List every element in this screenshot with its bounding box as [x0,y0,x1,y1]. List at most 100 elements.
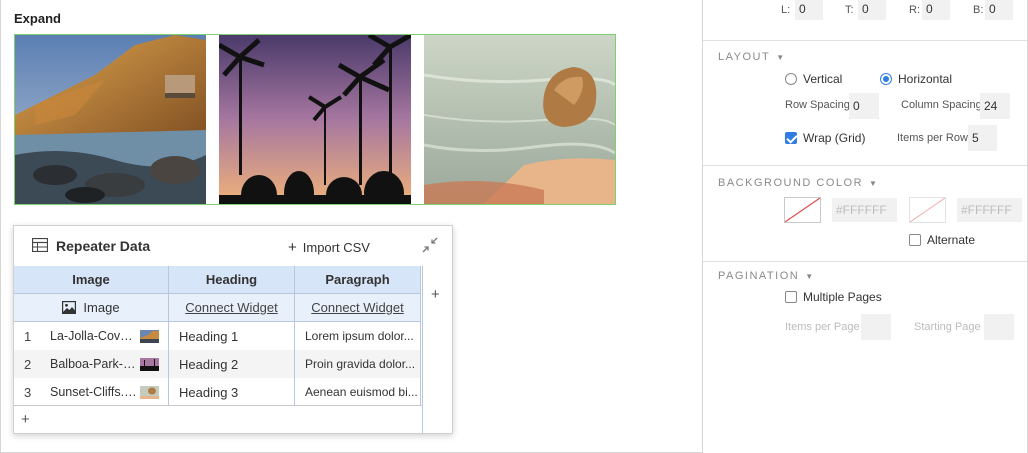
alternate-color-swatch[interactable] [909,197,946,223]
multiple-pages-checkbox[interactable]: Multiple Pages [785,290,882,304]
repeater-data-header: Repeater Data + Import CSV [14,226,452,266]
column-header-row: Image Heading Paragraph [14,266,422,294]
items-per-page-label: Items per Page [785,321,860,333]
collapse-icon[interactable] [422,237,438,253]
design-canvas[interactable]: Expand Repeater Data + Import CSV Image … [0,0,702,453]
layout-section: LAYOUT ▼ Vertical Horizontal Row Spacing… [703,41,1027,166]
repeater-item-image-1[interactable] [15,35,206,204]
heading-cell[interactable]: Heading 1 [169,322,295,350]
repeater-item-image-2[interactable] [219,35,411,204]
paragraph-text: Proin gravida dolor... [305,357,416,371]
import-csv-button[interactable]: + Import CSV [288,239,370,256]
repeater-widget[interactable] [14,34,616,205]
wrap-grid-label: Wrap (Grid) [803,131,866,145]
background-color-section: BACKGROUND COLOR ▼ #FFFFFF #FFFFFF Alter… [703,166,1027,262]
layout-horizontal-radio[interactable]: Horizontal [880,72,952,86]
vertical-label: Vertical [803,72,843,86]
horizontal-label: Horizontal [898,72,953,86]
column-spacing-input[interactable]: 24 [980,93,1010,119]
padding-right-input[interactable]: 0 [922,0,950,20]
padding-section: L: 0 T: 0 R: 0 B: 0 [703,0,1027,41]
checkbox-checked-icon [785,132,797,144]
connect-widget-heading-link[interactable]: Connect Widget [185,300,278,315]
padding-left-input[interactable]: 0 [795,0,823,20]
canvas-widget-label: Expand [14,11,61,26]
column-header-paragraph[interactable]: Paragraph [295,266,421,294]
add-row-area: + [14,405,422,433]
items-per-row-label: Items per Row [897,132,968,144]
image-filename: Balboa-Park-su... [50,357,138,371]
items-per-row-input[interactable]: 5 [968,125,997,151]
layout-section-title[interactable]: LAYOUT ▼ [718,51,784,63]
layout-title-text: LAYOUT [718,51,771,63]
row-spacing-label: Row Spacing [785,99,850,111]
paragraph-cell[interactable]: Lorem ipsum dolor... [295,322,421,350]
plus-icon: + [288,239,297,256]
background-color-swatch[interactable] [784,197,821,223]
import-csv-label: Import CSV [302,240,370,255]
padding-left-label: L: [781,4,791,16]
image-cell[interactable]: 1 La-Jolla-Cove.jpg [14,322,169,350]
image-cell[interactable]: 3 Sunset-Cliffs.jpg [14,378,169,406]
background-color-input[interactable]: #FFFFFF [832,198,897,222]
add-column-area: + [422,266,452,433]
row-number: 3 [24,384,32,400]
image-filename: Sunset-Cliffs.jpg [50,385,138,399]
image-thumbnail [140,357,159,371]
heading-cell[interactable]: Heading 2 [169,350,295,378]
alternate-checkbox[interactable]: Alternate [909,233,975,247]
add-column-button[interactable]: + [431,286,440,303]
add-row-button[interactable]: + [21,411,30,428]
heading-binding-cell: Connect Widget [169,294,295,322]
padding-top-input[interactable]: 0 [858,0,886,20]
row-spacing-input[interactable]: 0 [849,93,879,119]
column-header-heading[interactable]: Heading [169,266,295,294]
table-row: 1 La-Jolla-Cove.jpg Heading 1 Lorem ipsu… [14,322,422,350]
paragraph-text: Lorem ipsum dolor... [305,329,414,343]
paragraph-cell[interactable]: Proin gravida dolor... [295,350,421,378]
items-per-page-input[interactable] [861,314,891,340]
padding-right-label: R: [909,4,920,16]
padding-bottom-label: B: [973,4,984,16]
connect-widget-paragraph-link[interactable]: Connect Widget [311,300,404,315]
starting-page-input[interactable] [984,314,1014,340]
padding-top-label: T: [845,4,854,16]
image-filename: La-Jolla-Cove.jpg [50,329,138,343]
alternate-color-input[interactable]: #FFFFFF [957,198,1022,222]
checkbox-icon [909,234,921,246]
image-thumbnail [140,385,159,399]
repeater-data-panel: Repeater Data + Import CSV Image Heading… [13,225,453,434]
layout-vertical-radio[interactable]: Vertical [785,72,842,86]
padding-bottom-input[interactable]: 0 [985,0,1013,20]
background-color-title-text: BACKGROUND COLOR [718,177,864,189]
wrap-grid-checkbox[interactable]: Wrap (Grid) [785,131,865,145]
table-row: 2 Balboa-Park-su... Heading 2 Proin grav… [14,350,422,378]
radio-selected-icon [880,73,892,85]
binding-row: Image Connect Widget Connect Widget [14,294,422,322]
repeater-data-grid: Image Heading Paragraph Image Connect Wi… [14,266,422,406]
caret-down-icon: ▼ [776,52,785,62]
column-header-image[interactable]: Image [14,266,169,294]
image-binding-cell[interactable]: Image [14,294,169,322]
pagination-title-text: PAGINATION [718,270,800,282]
row-number: 1 [24,328,32,344]
image-thumbnail [140,329,159,343]
multiple-pages-label: Multiple Pages [803,290,882,304]
image-binding-label: Image [83,300,120,315]
repeater-item-image-3[interactable] [424,35,615,204]
starting-page-label: Starting Page [914,321,981,333]
repeater-data-title: Repeater Data [56,238,151,254]
row-number: 2 [24,356,32,372]
radio-icon [785,73,797,85]
paragraph-cell[interactable]: Aenean euismod bi... [295,378,421,406]
caret-down-icon: ▼ [869,178,877,188]
heading-cell[interactable]: Heading 3 [169,378,295,406]
background-color-section-title[interactable]: BACKGROUND COLOR ▼ [718,177,877,189]
alternate-label: Alternate [927,233,976,247]
checkbox-icon [785,291,797,303]
column-spacing-label: Column Spacing [901,99,982,111]
paragraph-binding-cell: Connect Widget [295,294,421,322]
image-cell[interactable]: 2 Balboa-Park-su... [14,350,169,378]
caret-down-icon: ▼ [805,271,814,281]
pagination-section-title[interactable]: PAGINATION ▼ [718,270,813,282]
